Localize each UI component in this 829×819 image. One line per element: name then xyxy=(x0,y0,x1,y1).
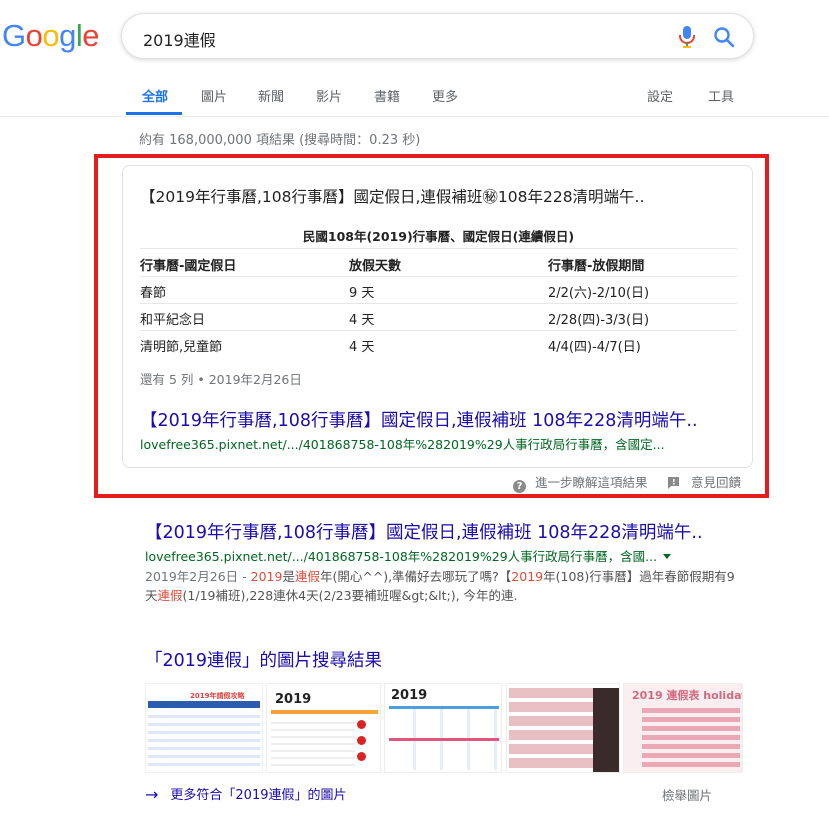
snippet-link[interactable]: 【2019年行事曆,108行事曆】國定假日,連假補班 108年228清明端午.. xyxy=(140,407,698,432)
table-header: 行事曆-國定假日 xyxy=(140,259,237,274)
thumb-caption: 2019 連假表 holiday xyxy=(632,689,743,702)
table-divider xyxy=(140,248,737,249)
more-images-label: 更多符合「2019連假」的圖片 xyxy=(170,788,347,803)
search-tabs: 全部 圖片 新聞 影片 書籍 更多 設定 工具 xyxy=(0,84,829,116)
table-cell: 和平紀念日 xyxy=(140,313,206,328)
snippet-highlight: 2019 xyxy=(250,569,283,584)
thumb-table xyxy=(148,710,260,770)
image-thumbnails: 2019年請假攻略 2019 2019 2019 連假表 holiday xyxy=(145,683,745,773)
snippet-highlight: 連假 xyxy=(157,588,183,603)
snippet-text: 年(開心^^),準備好去哪玩了嗎?【 xyxy=(319,569,512,584)
result-url: lovefree365.pixnet.net/.../401868758-108… xyxy=(145,546,672,565)
active-tab-indicator xyxy=(126,112,182,115)
image-thumbnail[interactable]: 2019 xyxy=(266,683,381,773)
thumb-dot xyxy=(357,736,366,745)
feedback-icon xyxy=(668,477,679,489)
tab-more[interactable]: 更多 xyxy=(432,86,458,105)
logo-letter: G xyxy=(2,18,26,53)
snippet-url: lovefree365.pixnet.net/.../401868758-108… xyxy=(140,437,665,452)
thumb-table xyxy=(642,704,740,770)
logo-letter: o xyxy=(42,18,60,53)
tab-tools[interactable]: 工具 xyxy=(708,86,734,105)
table-caption: 民國108年(2019)行事曆、國定假日(連續假日) xyxy=(302,229,575,244)
thumb-dot xyxy=(357,752,366,761)
dropdown-arrow-icon[interactable] xyxy=(663,554,672,559)
search-box[interactable]: 2019連假 xyxy=(121,13,754,59)
thumb-caption: 2019年請假攻略 xyxy=(190,692,245,700)
table-cell: 4/4(四)-4/7(日) xyxy=(548,340,641,355)
more-images-link[interactable]: → 更多符合「2019連假」的圖片 xyxy=(145,784,347,804)
table-divider xyxy=(140,276,737,277)
microphone-icon[interactable] xyxy=(675,24,699,50)
image-thumbnail[interactable]: 2019年請假攻略 xyxy=(145,683,263,773)
thumb-caption: 2019 xyxy=(391,688,428,703)
result-stats: 約有 168,000,000 項結果 (搜尋時間：0.23 秒) xyxy=(139,133,421,148)
image-results-heading[interactable]: 「2019連假」的圖片搜尋結果 xyxy=(145,647,382,672)
result-title-link[interactable]: 【2019年行事曆,108行事曆】國定假日,連假補班 108年228清明端午.. xyxy=(145,519,703,544)
table-cell: 4 天 xyxy=(349,340,375,355)
featured-snippet: 【2019年行事曆,108行事曆】國定假日,連假補班㊙108年228清明端午..… xyxy=(122,165,753,468)
thumb-dot xyxy=(357,720,366,729)
tab-news[interactable]: 新聞 xyxy=(258,86,284,105)
table-cell: 2/2(六)-2/10(日) xyxy=(548,286,650,301)
search-input[interactable]: 2019連假 xyxy=(143,27,216,51)
thumb-header-bar xyxy=(148,701,260,708)
thumb-caption: 2019 xyxy=(275,692,312,707)
result-date: 2019年2月26日 - xyxy=(145,569,251,584)
table-cell: 4 天 xyxy=(349,313,375,328)
search-icon[interactable] xyxy=(711,24,737,50)
snippet-highlight: 2019 xyxy=(511,569,544,584)
thumb-header-bar xyxy=(389,738,499,741)
logo-letter: g xyxy=(59,18,76,53)
snippet-text: 是 xyxy=(282,569,295,584)
feedback-link[interactable]: 意見回饋 xyxy=(668,472,741,491)
table-cell: 春節 xyxy=(140,286,167,301)
divider xyxy=(0,116,829,117)
report-images-link[interactable]: 檢舉圖片 xyxy=(662,785,712,804)
logo-letter: o xyxy=(25,18,43,53)
thumb-table xyxy=(271,717,355,771)
thumb-column xyxy=(593,688,619,772)
image-thumbnail[interactable]: 2019 xyxy=(384,683,502,773)
arrow-right-icon: → xyxy=(145,785,159,804)
snippet-title: 【2019年行事曆,108行事曆】國定假日,連假補班㊙108年228清明端午.. xyxy=(140,188,645,206)
table-cell: 清明節,兒童節 xyxy=(140,340,223,355)
result-url-text: lovefree365.pixnet.net/.../401868758-108… xyxy=(145,549,658,564)
table-header: 放假天數 xyxy=(349,259,402,274)
table-cell: 2/28(四)-3/3(日) xyxy=(548,313,650,328)
thumb-header-bar xyxy=(271,710,378,714)
tab-videos[interactable]: 影片 xyxy=(316,86,342,105)
table-cell: 9 天 xyxy=(349,286,375,301)
logo-letter: e xyxy=(82,18,100,53)
snippet-highlight: 連假 xyxy=(294,569,320,584)
table-header: 行事曆-放假期間 xyxy=(548,259,645,274)
google-logo[interactable]: Google xyxy=(2,18,100,54)
snippet-text: (1/19補班),228連休4天(2/23要補班喔&gt;&lt;), 今年的連… xyxy=(182,588,518,603)
image-thumbnail[interactable]: 2019 連假表 holiday xyxy=(623,683,743,773)
table-divider xyxy=(140,330,737,331)
tab-settings[interactable]: 設定 xyxy=(647,86,673,105)
about-result-link[interactable]: ? 進一步瞭解這項結果 xyxy=(513,472,648,493)
thumb-header-bar xyxy=(389,706,499,709)
table-divider xyxy=(140,303,737,304)
more-rows-info: 還有 5 列 • 2019年2月26日 xyxy=(140,372,302,387)
result-snippet: 2019年2月26日 - 2019是連假年(開心^^),準備好去哪玩了嗎?【20… xyxy=(145,567,745,605)
feedback-label: 意見回饋 xyxy=(691,475,742,490)
about-result-label: 進一步瞭解這項結果 xyxy=(535,475,648,490)
tab-all[interactable]: 全部 xyxy=(142,86,168,105)
tab-books[interactable]: 書籍 xyxy=(374,86,400,105)
tab-images[interactable]: 圖片 xyxy=(201,86,227,105)
question-icon: ? xyxy=(513,480,526,493)
image-thumbnail[interactable] xyxy=(506,683,620,773)
